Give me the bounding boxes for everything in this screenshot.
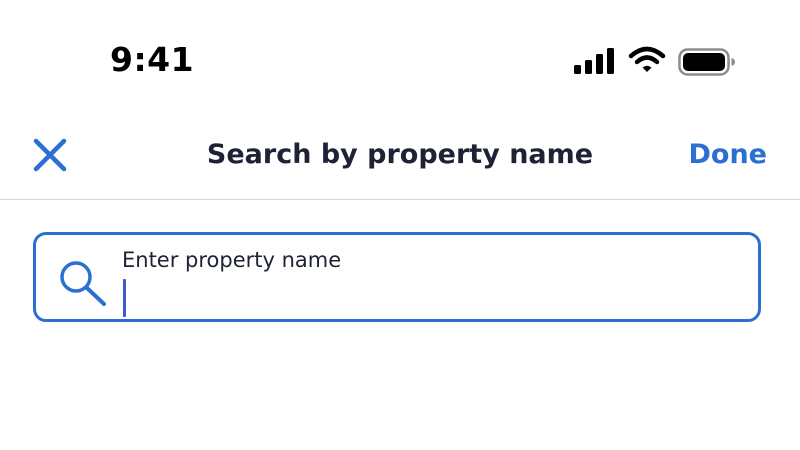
search-input[interactable] — [122, 275, 742, 315]
status-time: 9:41 — [110, 40, 195, 79]
nav-header: Search by property name Done — [0, 115, 800, 200]
battery-icon — [678, 48, 735, 76]
text-caret — [123, 279, 126, 317]
wifi-icon — [628, 46, 666, 72]
status-bar: 9:41 — [0, 0, 800, 110]
close-icon — [33, 138, 67, 172]
close-button[interactable] — [28, 133, 72, 177]
done-button[interactable]: Done — [689, 135, 768, 175]
search-field-label: Enter property name — [122, 248, 342, 272]
search-field[interactable]: Enter property name — [33, 232, 761, 322]
status-icons — [572, 44, 742, 76]
page-title: Search by property name — [206, 139, 594, 170]
signal-icon — [574, 48, 614, 74]
search-icon — [60, 261, 106, 306]
search-screen: 9:41 Search by property name Done Enter … — [0, 0, 800, 450]
